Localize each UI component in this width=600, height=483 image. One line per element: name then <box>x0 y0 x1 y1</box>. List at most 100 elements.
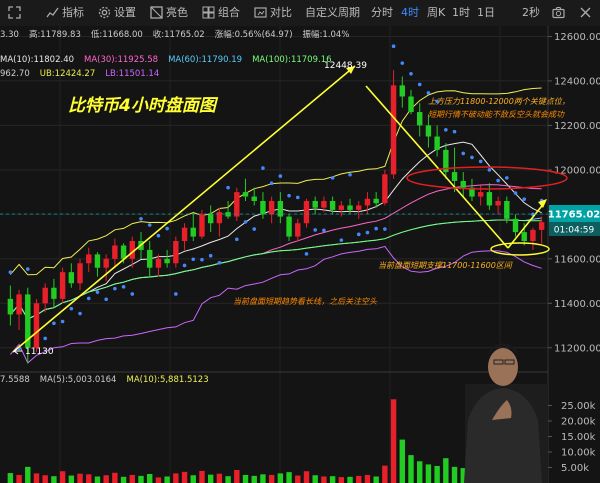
candle-countdown: 01:04:59 <box>554 226 595 236</box>
sar-dot <box>226 185 230 190</box>
sar-dot <box>356 232 361 237</box>
candle-body <box>173 241 179 264</box>
sar-dot <box>391 44 396 49</box>
candle <box>390 70 397 179</box>
price-chart[interactable]: 12600.0012400.0012200.0012000.0011800.00… <box>0 0 600 483</box>
sar-dot <box>348 172 352 177</box>
sar-dot <box>295 195 300 200</box>
trend-note: 当前盘面短期趋势看长线，之后关注空头 <box>233 297 378 306</box>
resistance-note-1: 上方压力11800-12000两个关键点位， <box>428 97 570 106</box>
volume-tick-label: 25.00k <box>561 401 596 412</box>
volume_info-item: MA(10):5,881.5123 <box>126 375 208 385</box>
candle-body <box>7 298 14 315</box>
candle <box>173 236 179 268</box>
sar-dot <box>330 176 335 180</box>
price-tick-label: 12600.00 <box>554 32 600 43</box>
info_line2-item: MA(100):11709.16 <box>252 55 331 65</box>
sar-dot <box>60 319 65 324</box>
sar-dot <box>426 91 431 95</box>
info_line2-item: MA(60):11790.19 <box>168 55 242 65</box>
sar-dot <box>25 267 30 271</box>
sar-dot <box>383 227 387 231</box>
candle-body <box>382 174 388 204</box>
sar-dot <box>496 178 500 183</box>
sar-dot <box>513 191 518 195</box>
candle-body <box>495 201 501 206</box>
candle-body <box>460 180 466 188</box>
info_line3-item: UB:12424.27 <box>40 69 95 79</box>
sar-dot <box>43 336 47 341</box>
price-tick-label: 12400.00 <box>554 76 600 87</box>
sar-dot <box>104 297 108 302</box>
candle-body <box>356 205 362 210</box>
sar-dot <box>252 227 257 231</box>
low-price-label: 11130 <box>25 347 54 357</box>
volume-tick-label: 10.00k <box>561 448 596 459</box>
candle <box>59 267 66 304</box>
sar-dot <box>86 296 91 301</box>
candle <box>234 187 240 222</box>
sar-dot <box>191 257 196 262</box>
volume-bar <box>390 399 397 483</box>
volume-bar <box>425 464 432 483</box>
info_line1-item: 涨幅:0.56%(64.97) <box>215 29 293 40</box>
price-tick-label: 11200.00 <box>554 343 600 354</box>
volume-bar <box>242 474 249 483</box>
price-tick-label: 12000.00 <box>554 165 600 176</box>
volume-bar <box>207 474 214 483</box>
volume-bar <box>268 474 275 483</box>
info_line1-item: 高:11789.83 <box>29 29 81 40</box>
volume-bar <box>399 439 405 483</box>
volume-bar <box>33 473 40 483</box>
candle-body <box>486 192 493 206</box>
sar-dot <box>339 238 344 242</box>
volume-bar <box>303 471 310 483</box>
candle-body <box>16 294 22 315</box>
candle-body <box>425 125 432 137</box>
candle-body <box>77 263 83 284</box>
candle-body <box>408 96 414 113</box>
candle <box>33 298 40 353</box>
info_line2-item: MA(30):11925.58 <box>84 55 158 65</box>
sar-dot <box>165 226 169 231</box>
info_line1-item: 低:11668.00 <box>91 29 143 40</box>
sar-dot <box>130 292 135 296</box>
sar-dot <box>304 252 309 256</box>
sar-dot <box>156 233 161 238</box>
sar-dot <box>217 261 222 265</box>
candle-body <box>59 272 66 299</box>
band-info-line: 962.70 UB:12424.27 LB:11501.14 <box>0 69 159 79</box>
volume-bar <box>364 474 371 483</box>
candle-body <box>521 232 527 242</box>
sar-dot <box>287 193 291 198</box>
candle-body <box>347 205 353 210</box>
volume-bar <box>260 474 266 483</box>
info_line3-item: LB:11501.14 <box>105 69 159 79</box>
volume-bar <box>234 469 240 483</box>
sar-dot <box>78 311 82 316</box>
candle-body <box>207 214 214 224</box>
volume-bar <box>77 473 83 483</box>
candle-body <box>434 136 440 150</box>
candle-body <box>295 223 301 237</box>
resistance-note-2: 短期行情不破动能不敌反空头就会成功 <box>428 110 565 119</box>
volume-bar <box>42 475 48 483</box>
sar-dot <box>470 155 474 160</box>
candle-body <box>199 214 205 237</box>
candle-body <box>190 227 196 237</box>
sar-dot <box>417 82 422 87</box>
volume-bar <box>129 474 135 483</box>
sar-dot <box>52 321 56 326</box>
candle-body <box>33 303 40 348</box>
sar-dot <box>174 292 178 296</box>
info_line2-item: MA(10):11802.40 <box>0 55 74 65</box>
candle-body <box>260 201 266 215</box>
candle-body <box>234 192 240 217</box>
volume_info-item: 7.5588 <box>0 375 30 385</box>
sar-dot <box>400 61 405 65</box>
candle-body <box>321 201 327 208</box>
volume-bar <box>103 475 109 483</box>
volume-bar <box>434 465 440 483</box>
chart-title: 比特币4小时盘面图 <box>68 96 219 116</box>
volume-bar <box>155 477 162 483</box>
